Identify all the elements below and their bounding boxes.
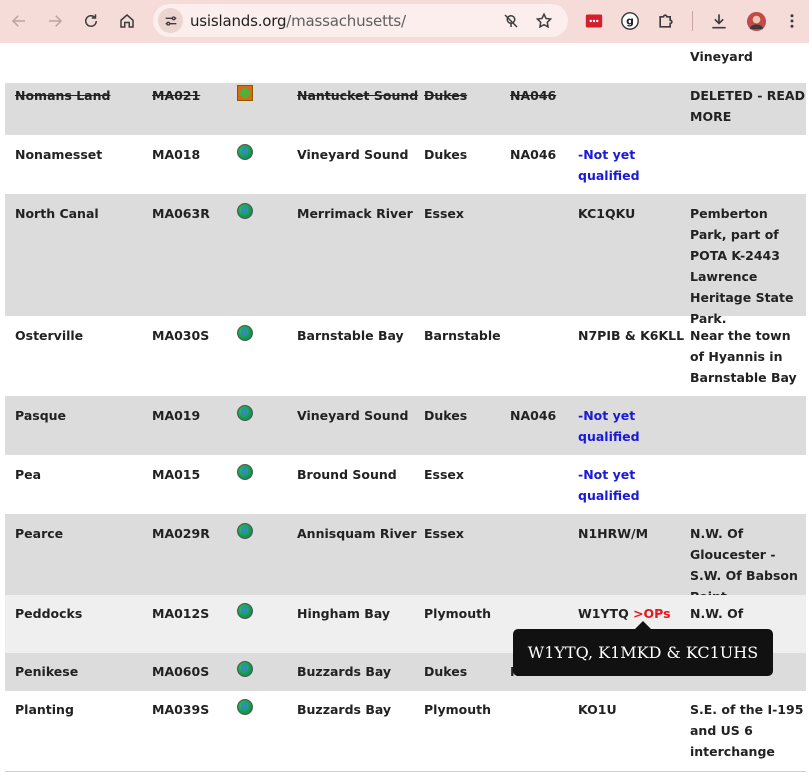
island-id-cell: MA063R (152, 206, 210, 221)
activated-cell: -Not yet qualified (578, 147, 640, 183)
island-name-cell[interactable]: Planting (15, 699, 145, 720)
grammarly-icon[interactable]: g (619, 10, 641, 32)
globe-icon[interactable] (237, 405, 253, 421)
globe-icon[interactable] (237, 325, 253, 341)
iota-cell: NA046 (510, 147, 557, 162)
activated-cell: W1YTQ >OPs (578, 603, 688, 624)
county-cell: Dukes (424, 88, 468, 103)
island-id-cell: MA030S (152, 328, 210, 343)
island-name-cell[interactable]: Pearce (15, 523, 145, 544)
table-bottom-border (5, 771, 806, 772)
url-text[interactable]: usislands.org/massachusetts/ (190, 12, 406, 30)
island-name-cell[interactable]: Pea (15, 464, 145, 485)
globe-icon[interactable] (237, 464, 253, 480)
island-name-cell[interactable]: Pasque (15, 405, 145, 426)
island-name-cell[interactable]: Nonamesset (15, 144, 145, 165)
island-name-cell[interactable]: North Canal (15, 203, 145, 224)
ops-link[interactable]: >OPs (633, 606, 670, 621)
table-row: Osterville MA030S Barnstable Bay Barnsta… (5, 316, 806, 396)
iota-cell: NA046 (510, 88, 557, 103)
extension-red-icon[interactable] (583, 10, 605, 32)
profile-avatar[interactable] (745, 10, 767, 32)
water-body-cell: Barnstable Bay (297, 328, 404, 343)
activated-cell: N1HRW/M (578, 526, 649, 541)
water-body-cell: Buzzards Bay (297, 702, 392, 717)
toolbar-separator (692, 11, 693, 31)
address-bar[interactable]: usislands.org/massachusetts/ (153, 4, 568, 37)
island-id-cell: MA018 (152, 147, 201, 162)
activated-cell: KC1QKU (578, 206, 636, 221)
activated-cell: -Not yet qualified (578, 467, 640, 503)
site-settings-icon[interactable] (158, 8, 183, 33)
activator-call: W1YTQ (578, 606, 629, 621)
county-cell: Dukes (424, 664, 468, 679)
table-row: Pasque MA019 Vineyard Sound Dukes NA046 … (5, 396, 806, 455)
table-row: Pea MA015 Bround Sound Essex -Not yet qu… (5, 455, 806, 514)
globe-icon[interactable] (237, 661, 253, 677)
reload-icon[interactable] (79, 9, 103, 33)
table-row: Vineyard (5, 43, 806, 83)
activated-cell: KO1U (578, 702, 617, 717)
county-cell: Dukes (424, 408, 468, 423)
forward-arrow-icon[interactable] (43, 9, 67, 33)
water-body-cell: Hingham Bay (297, 606, 391, 621)
island-name-cell[interactable]: Peddocks (15, 603, 145, 624)
table-row: Pearce MA029R Annisquam River Essex N1HR… (5, 514, 806, 604)
extensions-puzzle-icon[interactable] (655, 10, 677, 32)
island-name-cell[interactable]: Osterville (15, 325, 145, 346)
island-id-cell: MA019 (152, 408, 201, 423)
activated-cell: N7PIB & K6KLL (578, 328, 685, 343)
url-host: usislands.org (190, 12, 287, 30)
water-body-cell: Buzzards Bay (297, 664, 392, 679)
water-body-cell: Nantucket Sound (297, 88, 419, 103)
county-cell: Plymouth (424, 702, 491, 717)
county-cell: Essex (424, 467, 464, 482)
browser-toolbar: usislands.org/massachusetts/ g (0, 0, 809, 43)
notes-cell: Vineyard (690, 49, 753, 64)
globe-icon[interactable] (237, 699, 253, 715)
county-cell: Essex (424, 526, 464, 541)
notes-cell[interactable]: DELETED - READ MORE (690, 85, 805, 127)
deleted-flag-icon (237, 85, 253, 101)
activated-cell: -Not yet qualified (578, 408, 640, 444)
island-id-cell: MA060S (152, 664, 210, 679)
island-id-cell: MA039S (152, 702, 210, 717)
globe-icon[interactable] (237, 603, 253, 619)
table-row: North Canal MA063R Merrimack River Essex… (5, 194, 806, 326)
table-row: Planting MA039S Buzzards Bay Plymouth KO… (5, 691, 806, 771)
iota-cell: NA046 (510, 408, 557, 423)
globe-icon[interactable] (237, 203, 253, 219)
svg-text:g: g (626, 15, 634, 28)
water-body-cell: Vineyard Sound (297, 147, 409, 162)
notes-cell: Pemberton Park, part of POTA K-2443 Lawr… (690, 206, 794, 326)
island-id-cell: MA029R (152, 526, 210, 541)
island-name-cell[interactable]: Penikese (15, 661, 145, 682)
county-cell: Essex (424, 206, 464, 221)
menu-kebab-icon[interactable] (781, 10, 803, 32)
notes-cell: S.E. of the I-195 and US 6 interchange (690, 702, 804, 759)
water-body-cell: Bround Sound (297, 467, 397, 482)
island-id-cell: MA012S (152, 606, 210, 621)
notes-cell: Near the town of Hyannis in Barnstable B… (690, 328, 797, 385)
tracking-off-icon[interactable] (501, 11, 521, 31)
island-id-cell: MA015 (152, 467, 201, 482)
table-row: Nonamesset MA018 Vineyard Sound Dukes NA… (5, 135, 806, 194)
operators-tooltip: W1YTQ, K1MKD & KC1UHS (513, 621, 773, 676)
url-path: /massachusetts/ (286, 12, 406, 30)
back-arrow-icon[interactable] (7, 9, 31, 33)
home-icon[interactable] (115, 9, 139, 33)
water-body-cell: Annisquam River (297, 526, 417, 541)
globe-icon[interactable] (237, 144, 253, 160)
water-body-cell: Merrimack River (297, 206, 413, 221)
county-cell: Dukes (424, 147, 468, 162)
county-cell: Barnstable (424, 328, 501, 343)
bookmark-star-icon[interactable] (534, 11, 554, 31)
table-row: Nomans Land MA021 Nantucket Sound Dukes … (5, 83, 806, 135)
island-name-cell[interactable]: Nomans Land (15, 85, 145, 106)
island-id-cell: MA021 (152, 88, 201, 103)
water-body-cell: Vineyard Sound (297, 408, 409, 423)
county-cell: Plymouth (424, 606, 491, 621)
globe-icon[interactable] (237, 523, 253, 539)
download-icon[interactable] (708, 10, 730, 32)
